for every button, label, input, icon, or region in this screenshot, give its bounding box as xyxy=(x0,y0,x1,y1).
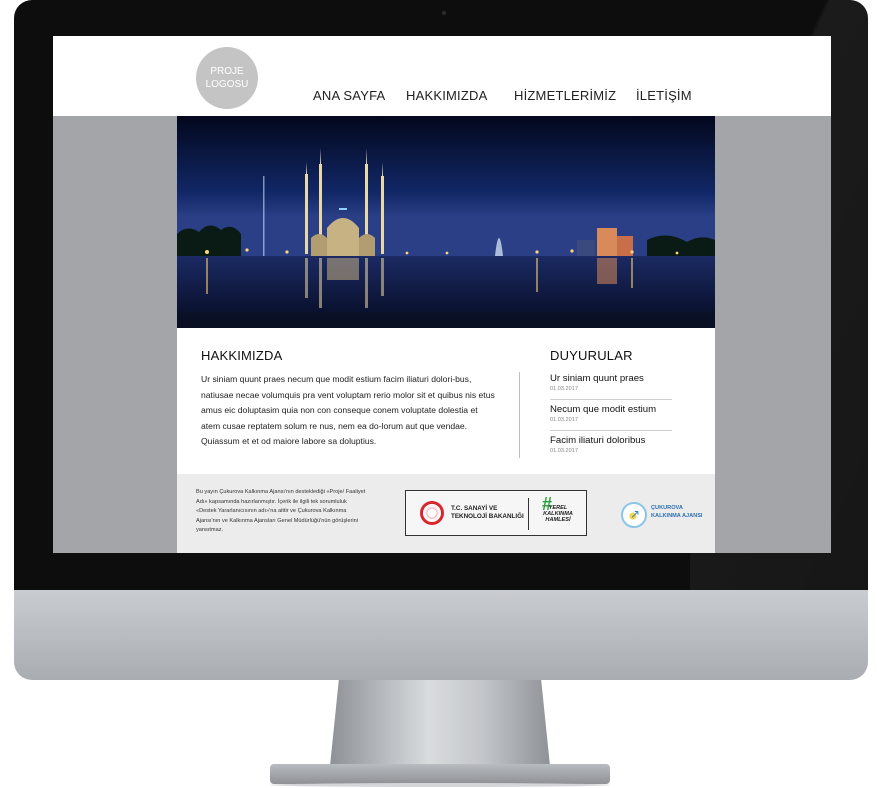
ministry-line-2: TEKNOLOJİ BAKANLIĞI xyxy=(451,513,524,520)
site-footer: Bu yayın Çukurova Kalkınma Ajansı'nın de… xyxy=(177,474,715,553)
nav-about[interactable]: HAKKIMIZDA xyxy=(406,88,487,103)
announcements-heading: DUYURULAR xyxy=(550,348,633,363)
agency-line-2: KALKINMA AJANSI xyxy=(651,512,703,519)
partner-divider xyxy=(528,498,529,530)
about-paragraph: Ur siniam quunt praes necum que modit es… xyxy=(201,374,495,446)
agency-name: ÇUKUROVA KALKINMA AJANSI xyxy=(651,505,702,520)
about-heading: HAKKIMIZDA xyxy=(201,348,283,363)
footer-disclaimer: Bu yayın Çukurova Kalkınma Ajansı'nın de… xyxy=(196,489,366,534)
announcement-title: Ur siniam quunt praes xyxy=(550,373,644,384)
stand-shadow xyxy=(270,783,610,787)
agency-emblem-icon: ↗ xyxy=(621,502,647,528)
hero-illustration xyxy=(177,116,715,328)
monitor-stand-foot xyxy=(270,764,610,784)
website-screen: PROJE LOGOSU ANA SAYFA HAKKIMIZDA HİZMET… xyxy=(53,36,831,553)
campaign-name: YEREL KALKINMA HAMLESİ xyxy=(543,505,573,523)
announcement-item[interactable]: Necum que modit estium 01.03.2017 xyxy=(550,403,672,431)
partner-logos-box: T.C. SANAYİ VE TEKNOLOJİ BAKANLIĞI # YER… xyxy=(405,490,587,536)
column-divider xyxy=(519,372,520,458)
announcement-date: 01.03.2017 xyxy=(550,448,578,454)
site-header: PROJE LOGOSU ANA SAYFA HAKKIMIZDA HİZMET… xyxy=(53,36,831,116)
logo-line-2: LOGOSU xyxy=(205,79,249,90)
logo-line-1: PROJE xyxy=(210,66,244,77)
monitor-chin xyxy=(14,590,868,680)
announcements-list: Ur siniam quunt praes 01.03.2017 Necum q… xyxy=(550,372,672,465)
campaign-line-3: HAMLESİ xyxy=(545,517,571,523)
ministry-name: T.C. SANAYİ VE TEKNOLOJİ BAKANLIĞI xyxy=(451,505,524,521)
agency-line-1: ÇUKUROVA xyxy=(651,505,683,511)
nav-contact[interactable]: İLETİŞİM xyxy=(636,88,692,103)
project-logo[interactable]: PROJE LOGOSU xyxy=(196,47,258,109)
ministry-line-1: T.C. SANAYİ VE xyxy=(451,505,498,512)
announcement-title: Facim iliaturi doloribus xyxy=(550,435,646,446)
announcement-title: Necum que modit estium xyxy=(550,404,657,415)
camera-dot xyxy=(442,11,446,15)
announcement-date: 01.03.2017 xyxy=(550,417,578,423)
imac-mockup: PROJE LOGOSU ANA SAYFA HAKKIMIZDA HİZMET… xyxy=(0,0,877,788)
ministry-emblem-icon xyxy=(420,501,444,525)
content-section: HAKKIMIZDA Ur siniam quunt praes necum q… xyxy=(177,328,715,474)
announcement-item[interactable]: Facim iliaturi doloribus 01.03.2017 xyxy=(550,434,672,462)
nav-home[interactable]: ANA SAYFA xyxy=(313,88,385,103)
arrow-up-right-icon: ↗ xyxy=(630,507,641,521)
monitor-stand-neck xyxy=(330,680,550,766)
announcement-item[interactable]: Ur siniam quunt praes 01.03.2017 xyxy=(550,372,672,400)
nav-services[interactable]: HİZMETLERİMİZ xyxy=(514,88,616,103)
announcement-date: 01.03.2017 xyxy=(550,386,578,392)
hero-city-night-image xyxy=(177,116,715,328)
